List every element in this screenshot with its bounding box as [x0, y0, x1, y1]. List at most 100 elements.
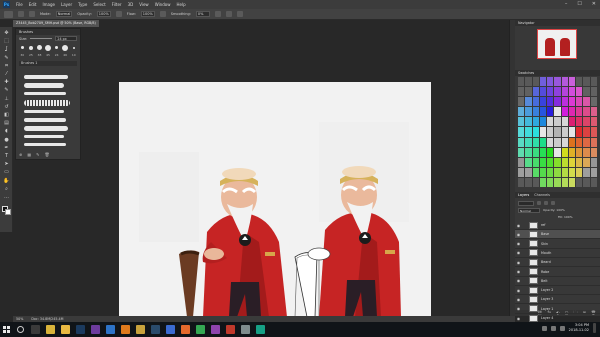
color-swatch[interactable] — [518, 177, 525, 187]
color-swatch[interactable] — [561, 127, 568, 137]
brush-group-header[interactable]: Brushes 1 — [19, 61, 77, 66]
color-swatch[interactable] — [576, 117, 583, 127]
color-swatch[interactable] — [568, 107, 576, 117]
folder-icon[interactable] — [136, 325, 145, 334]
brush-settings-icon[interactable] — [29, 11, 35, 17]
color-swatch[interactable] — [532, 117, 539, 127]
color-swatch[interactable] — [554, 147, 561, 157]
menu-select[interactable]: Select — [93, 2, 105, 7]
color-swatch[interactable] — [539, 87, 547, 97]
more-tools-icon[interactable]: … — [3, 194, 10, 201]
visibility-eye-icon[interactable]: ◉ — [515, 316, 522, 321]
color-swatch[interactable] — [568, 117, 576, 127]
color-swatch[interactable] — [576, 177, 583, 187]
app-red-icon[interactable] — [226, 325, 235, 334]
color-swatch[interactable] — [518, 107, 525, 117]
color-swatch[interactable] — [576, 167, 583, 177]
color-swatch[interactable] — [554, 97, 561, 107]
layer-row[interactable]: ◉ Robe — [515, 268, 600, 277]
steam-icon[interactable] — [151, 325, 160, 334]
color-swatch[interactable] — [583, 77, 590, 87]
color-swatch[interactable] — [547, 147, 554, 157]
color-swatch[interactable] — [554, 177, 561, 187]
mode-select[interactable]: Normal — [55, 11, 73, 17]
color-swatch[interactable] — [518, 137, 525, 147]
color-swatch[interactable] — [554, 137, 561, 147]
layer-row[interactable]: ◉ Skin — [515, 240, 600, 249]
color-swatch[interactable] — [525, 167, 532, 177]
color-swatch[interactable] — [576, 97, 583, 107]
color-swatch[interactable] — [554, 157, 561, 167]
brush-stroke-preview[interactable] — [24, 110, 64, 113]
shape-tool-icon[interactable]: ▭ — [3, 169, 10, 176]
airbrush-icon[interactable] — [159, 11, 166, 17]
color-swatch[interactable] — [590, 117, 597, 127]
menu-file[interactable]: File — [16, 2, 23, 7]
search-icon[interactable] — [17, 326, 24, 333]
eraser-tool-icon[interactable]: ◧ — [3, 112, 10, 119]
color-swatch[interactable] — [561, 157, 568, 167]
tab-channels[interactable]: Channels — [534, 192, 550, 198]
flow-field[interactable]: 100% — [140, 11, 155, 17]
color-swatch[interactable] — [525, 77, 532, 87]
smoothing-field[interactable]: 0% — [195, 11, 210, 17]
color-swatch[interactable] — [583, 97, 590, 107]
visibility-eye-icon[interactable]: ◉ — [515, 232, 522, 237]
color-swatch[interactable] — [525, 137, 532, 147]
type-tool-icon[interactable]: T — [3, 153, 10, 160]
menu-window[interactable]: Window — [155, 2, 171, 7]
menu-filter[interactable]: Filter — [112, 2, 122, 7]
color-swatch[interactable] — [518, 157, 525, 167]
show-desktop-button[interactable] — [593, 323, 596, 333]
brush-stroke-preview[interactable] — [24, 100, 70, 106]
color-swatch[interactable] — [547, 137, 554, 147]
color-swatch[interactable] — [554, 127, 561, 137]
current-tool-preset-icon[interactable] — [4, 10, 13, 18]
layer-row[interactable]: ◉ Layer 2 — [515, 286, 600, 296]
color-swatch[interactable] — [568, 157, 576, 167]
color-swatch[interactable] — [547, 177, 554, 187]
color-swatch[interactable] — [547, 117, 554, 127]
start-button[interactable] — [0, 322, 13, 337]
filter-type-icon[interactable] — [551, 201, 555, 205]
path-select-tool-icon[interactable]: ➤ — [3, 161, 10, 168]
minimize-button[interactable]: – — [565, 1, 568, 7]
color-swatch[interactable] — [539, 177, 547, 187]
brush-stroke-preview[interactable] — [24, 92, 66, 95]
visibility-eye-icon[interactable]: ◉ — [515, 241, 522, 246]
color-swatch[interactable] — [568, 77, 576, 87]
color-swatch[interactable] — [525, 107, 532, 117]
color-swatch[interactable] — [532, 127, 539, 137]
mail-icon[interactable] — [106, 325, 115, 334]
color-swatch[interactable] — [525, 157, 532, 167]
color-swatch[interactable] — [583, 127, 590, 137]
brush-tip[interactable] — [19, 44, 26, 51]
color-swatch[interactable] — [583, 147, 590, 157]
color-swatch[interactable] — [590, 167, 597, 177]
color-swatch[interactable] — [576, 147, 583, 157]
color-swatch[interactable] — [554, 167, 561, 177]
marquee-tool-icon[interactable]: ⬚ — [3, 38, 10, 45]
color-swatch[interactable] — [561, 107, 568, 117]
color-swatch[interactable] — [590, 107, 597, 117]
color-swatch[interactable] — [583, 157, 590, 167]
color-swatch[interactable] — [583, 87, 590, 97]
color-swatch[interactable] — [525, 87, 532, 97]
canvas[interactable] — [119, 82, 431, 317]
layer-row[interactable]: ◉ Mouth — [515, 249, 600, 258]
color-swatch[interactable] — [518, 77, 525, 87]
file-explorer-icon[interactable] — [61, 325, 70, 334]
battery-icon[interactable] — [559, 325, 565, 331]
color-swatch[interactable] — [568, 87, 576, 97]
color-swatch[interactable] — [547, 97, 554, 107]
hand-tool-icon[interactable]: ✋ — [3, 178, 10, 185]
visibility-eye-icon[interactable]: ◉ — [515, 297, 522, 302]
eyedropper-tool-icon[interactable]: ⁄ — [3, 71, 10, 78]
gradient-tool-icon[interactable]: ▤ — [3, 120, 10, 127]
move-tool-icon[interactable]: ✥ — [3, 30, 10, 37]
layer-kind-filter[interactable] — [518, 200, 534, 206]
color-swatch[interactable] — [561, 177, 568, 187]
brush-tip[interactable] — [62, 44, 69, 51]
color-swatch[interactable] — [554, 107, 561, 117]
app-gray-icon[interactable] — [241, 325, 250, 334]
